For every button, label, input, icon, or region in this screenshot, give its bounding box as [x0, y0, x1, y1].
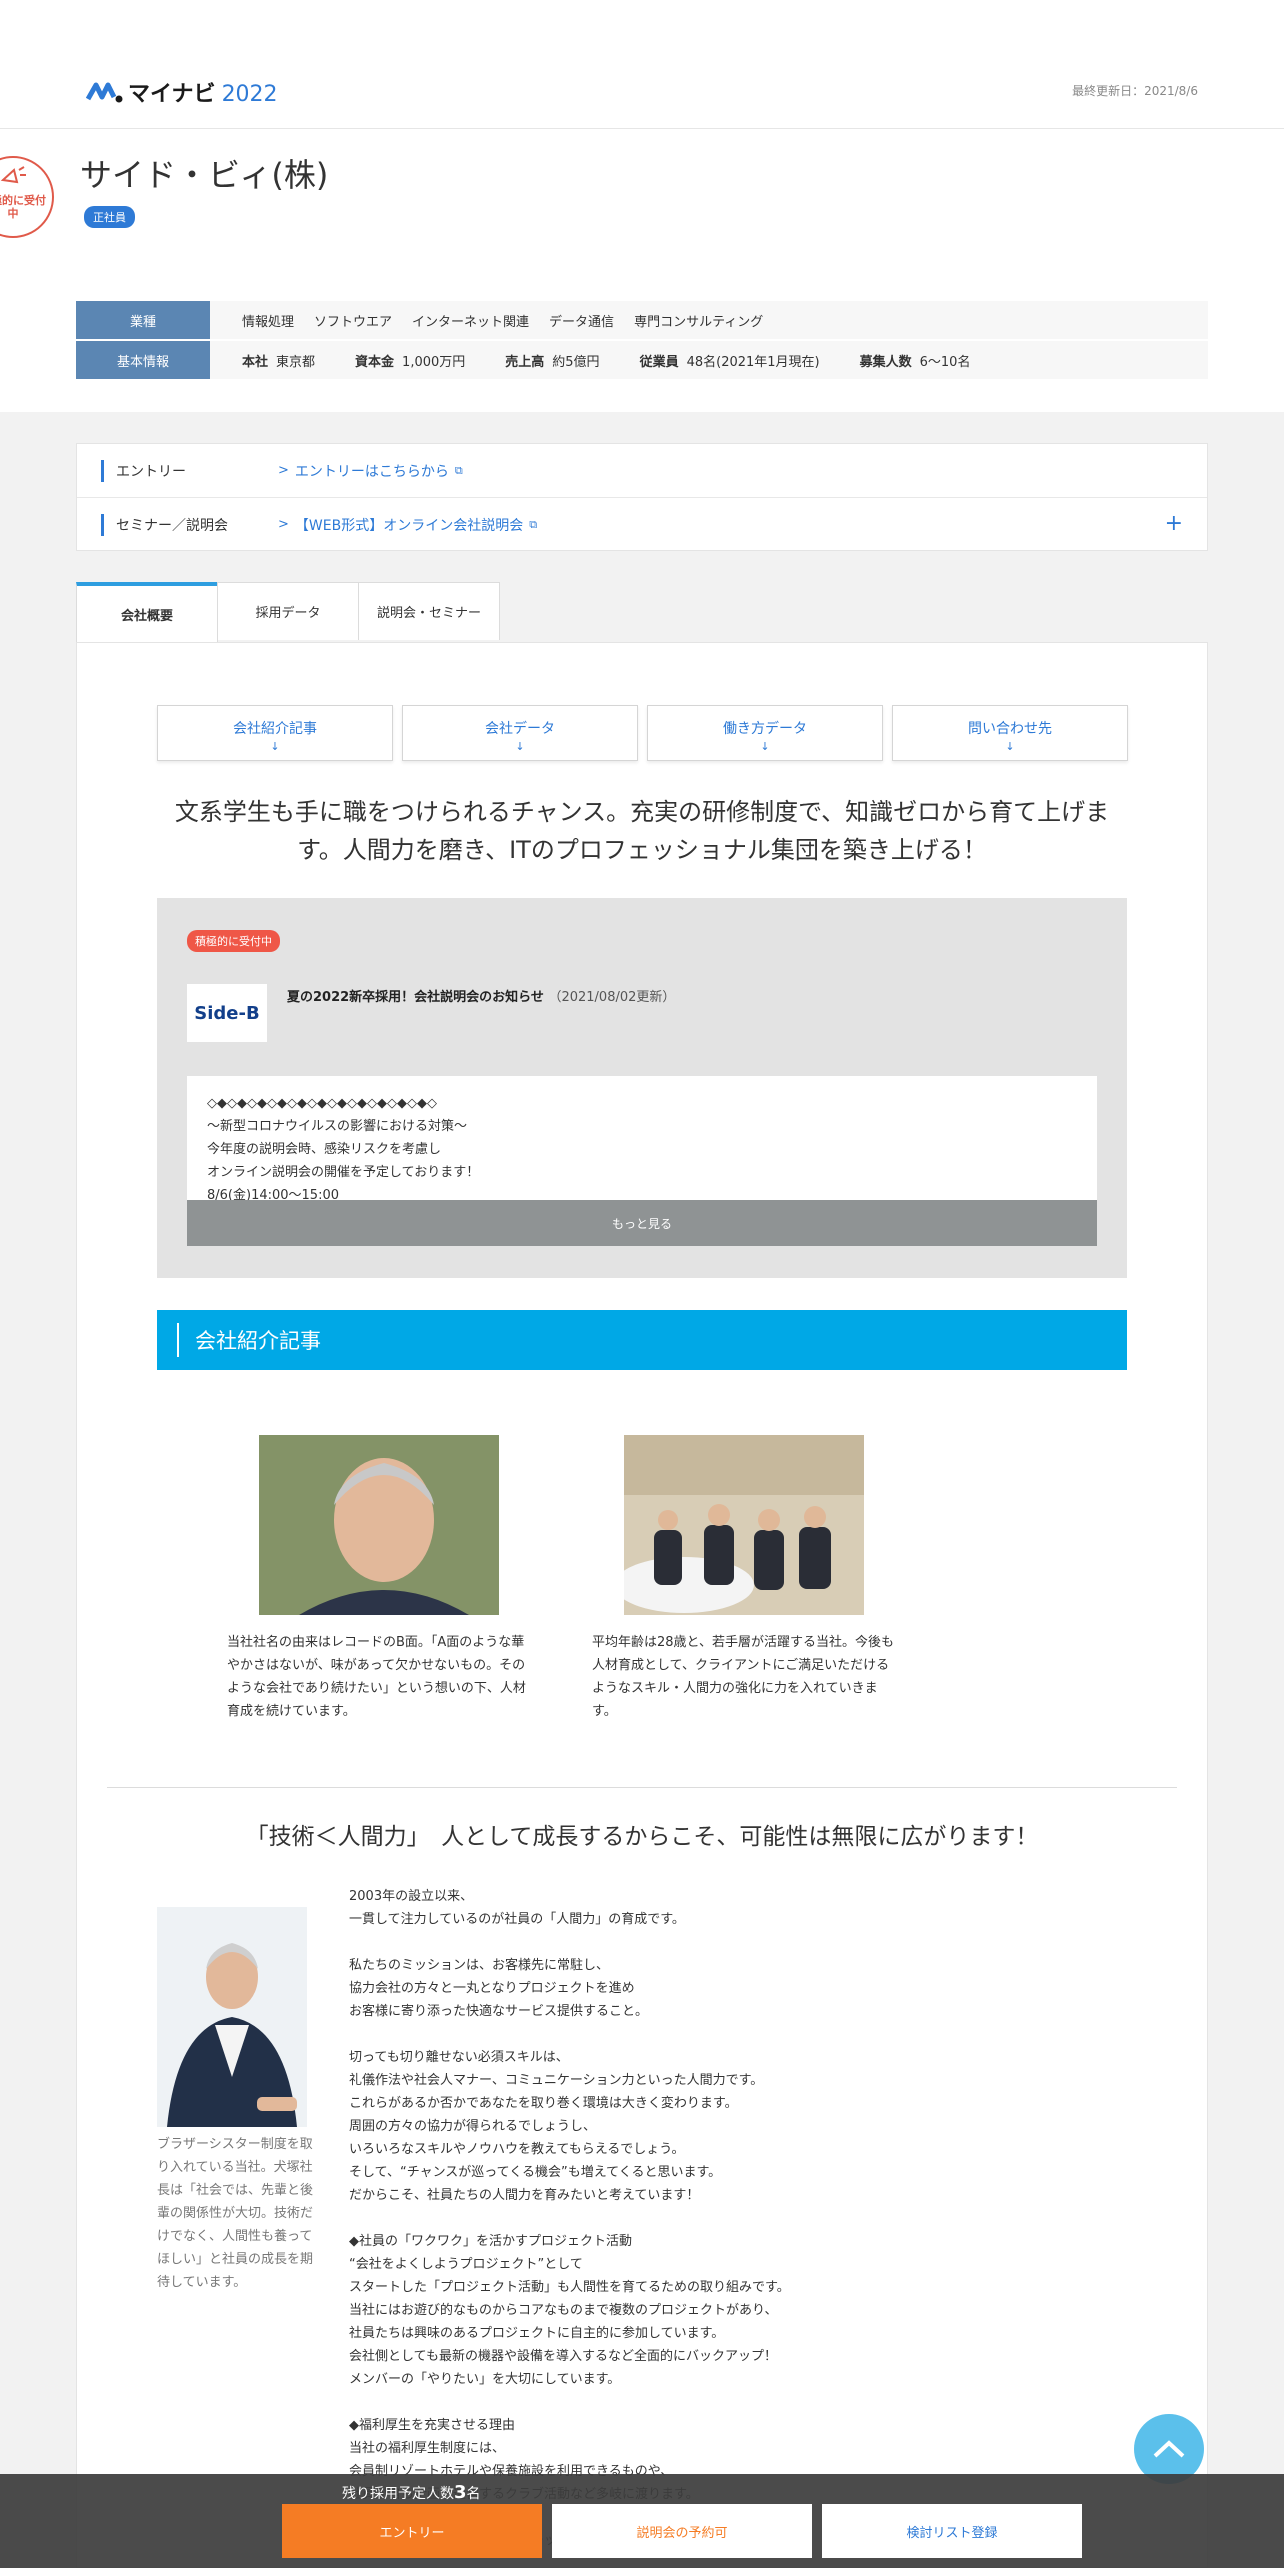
arrow-down-icon: ↓: [515, 740, 525, 753]
header-divider: [0, 128, 1284, 129]
page-tabs: 会社概要 採用データ 説明会・セミナー: [76, 582, 500, 642]
company-info-table: 業種 情報処理 ソフトウエア インターネット関連 データ通信 専門コンサルティン…: [76, 301, 1208, 381]
seminar-link[interactable]: 【WEB形式】オンライン会社説明会: [295, 515, 523, 535]
seminar-label: セミナー／説明会: [116, 517, 228, 534]
article-card[interactable]: 当社社名の由来はレコードのB面。「A面のような華やかさはないが、味があって欠かせ…: [227, 1435, 537, 1723]
row-accent-bar: [101, 459, 104, 482]
feature-heading: 「技術＜人間力」 人として成長するからこそ、可能性は無限に広がります！: [245, 1824, 1039, 1850]
employees: 従業員 48名(2021年1月現在): [639, 354, 820, 370]
news-status-badge: 積極的に受付中: [187, 930, 280, 952]
entry-label: エントリー: [116, 463, 186, 480]
remaining-positions: 残り採用予定人数3名: [342, 2482, 481, 2503]
top-section: マイナビ2022 最終更新日：2021/8/6 積極的に受付 中 サイド・ビィ(…: [0, 0, 1284, 412]
row-accent-bar: [101, 513, 104, 536]
basic-info-values: 本社 東京都 資本金 1,000万円 売上高 約5億円 従業員 48名(2021年1月現…: [210, 341, 1010, 379]
basic-info-row: 基本情報 本社 東京都 資本金 1,000万円 売上高 約5億円 従業員 48名(202…: [76, 341, 1208, 379]
industry-label: 業種: [76, 301, 210, 339]
show-more-button[interactable]: もっと見る: [187, 1200, 1097, 1246]
chevron-right-icon: >: [278, 463, 289, 478]
article-photo-staff-party: [624, 1435, 864, 1615]
heading-accent-bar: [177, 1323, 179, 1357]
arrow-down-icon: ↓: [1005, 740, 1015, 753]
entry-links-box: エントリー > エントリーはこちらから ⧉ セミナー／説明会 > 【WEB形式】…: [76, 443, 1208, 551]
entry-link[interactable]: エントリーはこちらから: [295, 461, 449, 481]
articles-section-heading: 会社紹介記事: [157, 1310, 1127, 1370]
company-logo: Side-B: [187, 984, 267, 1042]
industry-item: インターネット関連: [412, 314, 530, 330]
entry-row: エントリー > エントリーはこちらから ⧉: [77, 444, 1207, 498]
section-anchor-nav: 会社紹介記事 ↓ 会社データ ↓ 働き方データ ↓ 問い合わせ先 ↓: [157, 705, 1137, 761]
seminar-reserve-button[interactable]: 説明会の予約可: [552, 2504, 812, 2558]
news-card: 積極的に受付中 Side-B 夏の2022新卒採用！会社説明会のお知らせ （20…: [157, 898, 1127, 1278]
anchor-work-data[interactable]: 働き方データ ↓: [647, 705, 883, 761]
headquarters: 本社 東京都: [242, 354, 316, 370]
president-photo: [157, 1907, 307, 2127]
last-updated: 最終更新日：2021/8/6: [1072, 84, 1198, 98]
catchphrase: 文系学生も手に職をつけられるチャンス。充実の研修制度で、知識ゼロから育て上げます…: [174, 798, 1110, 864]
entry-button[interactable]: エントリー: [282, 2504, 542, 2558]
article-photo-president: [259, 1435, 499, 1615]
article-card[interactable]: 平均年齢は28歳と、若手層が活躍する当社。今後も人材育成として、クライアントにご…: [592, 1435, 902, 1723]
section-divider: [107, 1787, 1177, 1788]
bottom-action-bar: 残り採用予定人数3名 エントリー 説明会の予約可 検討リスト登録: [0, 2474, 1284, 2568]
seminar-row: セミナー／説明会 > 【WEB形式】オンライン会社説明会 ⧉ +: [77, 498, 1207, 551]
logo-text: マイナビ 2022: [128, 82, 278, 107]
expand-plus-icon[interactable]: +: [1165, 511, 1183, 536]
feature-body-text: 2003年の設立以来、 一貫して注力しているのが社員の「人間力」の育成です。 私…: [349, 1889, 790, 2548]
industry-row: 業種 情報処理 ソフトウエア インターネット関連 データ通信 専門コンサルティン…: [76, 301, 1208, 339]
chevron-right-icon: >: [278, 517, 289, 532]
sales: 売上高 約5億円: [505, 354, 600, 370]
external-link-icon: ⧉: [454, 463, 463, 477]
anchor-articles[interactable]: 会社紹介記事 ↓: [157, 705, 393, 761]
photo-caption: ブラザーシスター制度を取り入れている当社。犬塚社長は「社会では、先輩と後輩の関係…: [157, 2137, 314, 2290]
company-name: サイド・ビィ(株): [80, 156, 329, 194]
anchor-contact[interactable]: 問い合わせ先 ↓: [892, 705, 1128, 761]
industry-values: 情報処理 ソフトウエア インターネット関連 データ通信 専門コンサルティング: [210, 301, 783, 339]
mynavi-logo-icon: [86, 82, 123, 103]
industry-item: データ通信: [549, 314, 615, 330]
tab-seminar[interactable]: 説明会・セミナー: [358, 582, 500, 640]
arrow-down-icon: ↓: [270, 740, 280, 753]
megaphone-icon: [0, 166, 26, 184]
external-link-icon: ⧉: [529, 517, 538, 531]
anchor-company-data[interactable]: 会社データ ↓: [402, 705, 638, 761]
mynavi-logo[interactable]: マイナビ 2022: [86, 76, 278, 108]
active-recruiting-stamp: 積極的に受付 中: [0, 156, 54, 238]
industry-item: ソフトウエア: [314, 314, 393, 330]
tab-company-overview[interactable]: 会社概要: [76, 582, 218, 642]
employment-type-badge: 正社員: [84, 206, 135, 228]
industry-item: 情報処理: [242, 314, 295, 330]
news-title[interactable]: 夏の2022新卒採用！会社説明会のお知らせ （2021/08/02更新）: [287, 986, 675, 1005]
recruit-count: 募集人数 6～10名: [859, 354, 971, 370]
industry-item: 専門コンサルティング: [634, 314, 764, 330]
company-overview-panel: 会社紹介記事 ↓ 会社データ ↓ 働き方データ ↓ 問い合わせ先 ↓ 文系学生も手に職を…: [76, 642, 1208, 2568]
basic-info-label: 基本情報: [76, 341, 210, 379]
arrow-down-icon: ↓: [760, 740, 770, 753]
chevron-up-icon: [1153, 2440, 1185, 2458]
add-to-list-button[interactable]: 検討リスト登録: [822, 2504, 1082, 2558]
tab-recruit-data[interactable]: 採用データ: [217, 582, 359, 640]
capital: 資本金 1,000万円: [355, 354, 466, 370]
